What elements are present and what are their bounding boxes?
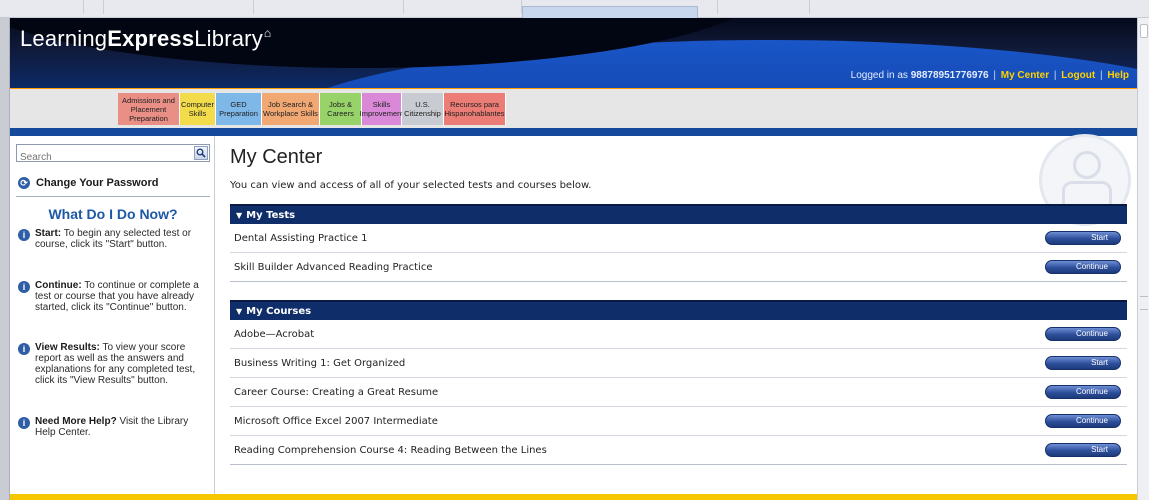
sidebar-divider (16, 196, 210, 197)
help-item-text: Start: To begin any selected test or cou… (35, 228, 210, 250)
category-skills-improvement[interactable]: Skills Improvement (360, 93, 403, 125)
login-account-number: 98878951776976 (910, 70, 989, 81)
logout-link[interactable]: Logout (1061, 70, 1095, 81)
page: LearningExpressLibrary⌂ Logged in as 988… (10, 18, 1137, 500)
triangle-down-icon: ▼ (236, 306, 243, 316)
browser-tab[interactable] (254, 0, 404, 14)
table-row: Reading Comprehension Course 4: Reading … (230, 436, 1127, 465)
nav-divider (10, 128, 1137, 136)
help-item-text: Continue: To continue or complete a test… (35, 280, 210, 313)
info-icon: i (18, 417, 30, 429)
help-item-start: i Start: To begin any selected test or c… (18, 228, 210, 250)
help-item-text: Need More Help? Visit the Library Help C… (35, 416, 210, 438)
separator: | (1099, 70, 1103, 81)
login-prefix: Logged in as (850, 70, 908, 81)
footer-bar (10, 494, 1137, 500)
info-icon: i (18, 229, 30, 241)
continue-button[interactable]: Continue (1045, 414, 1121, 428)
my-tests-header[interactable]: ▼ My Tests (230, 204, 1127, 224)
logo-text-express: Express (107, 26, 195, 51)
table-row: Skill Builder Advanced Reading Practice … (230, 253, 1127, 282)
vertical-scrollbar[interactable] (1137, 18, 1149, 500)
course-name: Microsoft Office Excel 2007 Intermediate (234, 415, 438, 427)
logo-house-icon: ⌂ (263, 26, 272, 40)
help-item-view-results: i View Results: To view your score repor… (18, 342, 210, 386)
table-row: Career Course: Creating a Great Resume C… (230, 378, 1127, 407)
main-content: My Center You can view and access of all… (215, 134, 1137, 500)
my-center-link[interactable]: My Center (1001, 70, 1049, 81)
tab-divider (84, 0, 104, 14)
start-button[interactable]: Start (1045, 443, 1121, 457)
course-name: Business Writing 1: Get Organized (234, 357, 406, 369)
separator: | (1053, 70, 1057, 81)
help-item-title: Need More Help? (35, 416, 117, 427)
table-row: Microsoft Office Excel 2007 Intermediate… (230, 407, 1127, 436)
search-icon (196, 148, 206, 158)
table-row: Dental Assisting Practice 1 Start (230, 224, 1127, 253)
logo-text-library: Library (194, 26, 263, 51)
continue-button[interactable]: Continue (1045, 260, 1121, 274)
watermark-head (1073, 151, 1101, 179)
tab-divider (698, 0, 718, 14)
browser-tab[interactable] (104, 0, 254, 14)
my-courses-panel: ▼ My Courses Adobe—Acrobat Continue Busi… (230, 300, 1127, 465)
login-status: Logged in as 98878951776976 | My Center … (851, 70, 1129, 81)
category-job-search[interactable]: Job Search & Workplace Skills (262, 93, 320, 125)
continue-button[interactable]: Continue (1045, 327, 1121, 341)
course-name: Adobe—Acrobat (234, 328, 315, 340)
site-logo[interactable]: LearningExpressLibrary⌂ (20, 26, 271, 52)
course-name: Reading Comprehension Course 4: Reading … (234, 444, 547, 456)
continue-button[interactable]: Continue (1045, 385, 1121, 399)
category-admissions[interactable]: Admissions and Placement Preparation (118, 93, 180, 125)
category-jobs-careers[interactable]: Jobs & Careers (320, 93, 362, 125)
help-heading: What Do I Do Now? (48, 206, 178, 222)
my-tests-panel: ▼ My Tests Dental Assisting Practice 1 S… (230, 204, 1127, 282)
browser-tab-strip (0, 0, 1149, 18)
browser-tab[interactable] (404, 0, 522, 14)
category-citizenship[interactable]: U.S. Citizenship (402, 93, 444, 125)
help-item-title: Continue: (35, 280, 82, 291)
my-tests-heading: My Tests (246, 209, 296, 221)
table-row: Business Writing 1: Get Organized Start (230, 349, 1127, 378)
logo-text-learning: Learning (20, 26, 108, 51)
help-item-text: View Results: To view your score report … (35, 342, 210, 386)
category-computer-skills[interactable]: Computer Skills (180, 93, 216, 125)
category-hispanohablantes[interactable]: Recursos para Hispanohablantes (444, 93, 506, 125)
my-courses-heading: My Courses (246, 305, 312, 317)
change-password-link[interactable]: ⟳ Change Your Password (18, 174, 208, 192)
browser-tab[interactable] (718, 0, 810, 14)
help-item-title: View Results: (35, 342, 100, 353)
search-box (16, 144, 210, 166)
category-nav: Admissions and Placement Preparation Com… (10, 88, 1137, 128)
help-item-continue: i Continue: To continue or complete a te… (18, 280, 210, 313)
separator: | (993, 70, 996, 81)
site-header: LearningExpressLibrary⌂ Logged in as 988… (10, 18, 1137, 88)
help-item-title: Start: (35, 228, 62, 239)
scroll-up-arrow[interactable] (1140, 24, 1148, 38)
search-button[interactable] (194, 146, 208, 160)
scroll-grip[interactable] (1140, 296, 1148, 310)
triangle-down-icon: ▼ (236, 210, 243, 220)
search-input[interactable] (17, 149, 187, 166)
table-row: Adobe—Acrobat Continue (230, 320, 1127, 349)
test-name: Dental Assisting Practice 1 (234, 232, 368, 244)
sidebar: ⟳ Change Your Password What Do I Do Now?… (10, 136, 215, 500)
help-link[interactable]: Help (1107, 70, 1129, 81)
change-password-label: Change Your Password (36, 177, 159, 189)
window-left-edge (0, 18, 10, 500)
info-icon: i (18, 281, 30, 293)
page-title: My Center (230, 146, 323, 168)
arrow-circle-icon: ⟳ (18, 177, 30, 189)
tab-divider (70, 0, 84, 14)
browser-tab-active[interactable] (522, 6, 698, 18)
test-name: Skill Builder Advanced Reading Practice (234, 261, 433, 273)
category-ged[interactable]: GED Preparation (216, 93, 262, 125)
course-name: Career Course: Creating a Great Resume (234, 386, 439, 398)
my-courses-header[interactable]: ▼ My Courses (230, 300, 1127, 320)
info-icon: i (18, 343, 30, 355)
start-button[interactable]: Start (1045, 231, 1121, 245)
help-item-need-help[interactable]: i Need More Help? Visit the Library Help… (18, 416, 210, 438)
intro-text: You can view and access of all of your s… (230, 180, 592, 191)
start-button[interactable]: Start (1045, 356, 1121, 370)
